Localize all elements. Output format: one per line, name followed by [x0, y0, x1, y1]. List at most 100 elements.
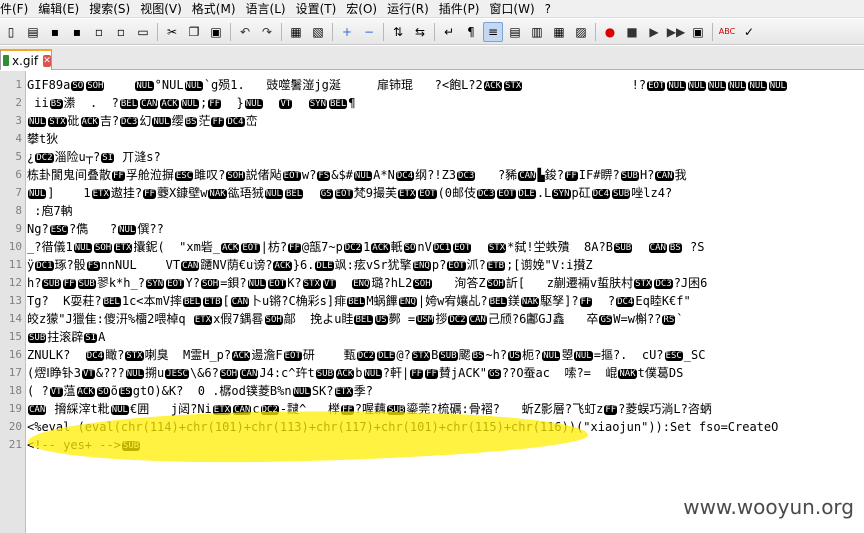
zoom-in-icon[interactable]: + [337, 22, 357, 42]
play-macro-icon[interactable]: ▶ [644, 22, 664, 42]
code-text: |姱w宥孃乩? [417, 294, 488, 308]
code-line[interactable]: ( ? VT 蕰 ACK SO õ ES gtO)&K? 0 .樼od镤菱B%n NUL SK? E… [27, 382, 864, 400]
menu-item-4[interactable]: 格式(M) [187, 0, 241, 18]
code-line[interactable]: NUL STX 砒 ACK 吉? DC3 幻 NUL 缨 BS 茫 FF DC4 峦 [27, 112, 864, 130]
record-macro-icon[interactable]: ● [600, 22, 620, 42]
stop-record-icon[interactable]: ■ [622, 22, 642, 42]
control-char-badge: BEL [329, 99, 348, 109]
menu-item-2[interactable]: 搜索(S) [84, 0, 135, 18]
user-lang-icon[interactable]: ▤ [505, 22, 525, 42]
menu-bar: 件(F) 编辑(E) 搜索(S) 视图(V) 格式(M) 语言(L) 设置(T) 宏(O) 运行… [0, 0, 864, 18]
close-icon[interactable]: ▫ [89, 22, 109, 42]
code-text: M蜗饆 [366, 294, 398, 308]
control-char-badge: USM [416, 315, 435, 325]
code-line[interactable]: ZNULK? DC4 瞰? STX 喇臭 M霊H_p? ACK 逿澹F EOT 研 甄 DC2 D… [27, 346, 864, 364]
code-line[interactable]: GIF89a SO SOH NUL °NUL NUL `g殒1. 豉噬鬐潂jg涎 扉铈琨 … [27, 76, 864, 94]
find-icon[interactable]: ▦ [286, 22, 306, 42]
menu-item-1[interactable]: 编辑(E) [33, 0, 84, 18]
code-line[interactable]: Tg? K耍荰? BEL 1c<本mV摔 BEL ETB[CAN 卜u锵?C桷彩s]痱 BE… [27, 292, 864, 310]
sync-horizontal-icon[interactable]: ⇆ [410, 22, 430, 42]
indent-guide-icon[interactable]: ≡ [483, 21, 503, 42]
menu-item-9[interactable]: 插件(P) [434, 0, 485, 18]
control-char-badge: ETX [334, 387, 353, 397]
code-line[interactable]: ¿ DC2 淄险u┬? SI 丌漨s? [27, 148, 864, 166]
replace-icon[interactable]: ▧ [308, 22, 328, 42]
code-line[interactable]: <!-- yes+ --> SUB [27, 436, 864, 454]
cut-icon[interactable]: ✂ [162, 22, 182, 42]
editor[interactable]: 1 2 3 4 5 6 7 8 9 10 11 12 13 14 15 16 17 18 19 20 21 GIF89a… [0, 71, 864, 533]
close-tab-icon[interactable]: ✕ [43, 54, 51, 67]
redo-icon[interactable]: ↷ [257, 22, 277, 42]
new-file-icon[interactable]: ▯ [1, 22, 21, 42]
code-line[interactable]: NUL] 1 ETX 遨挂? FF 蘷X鏮壁w NAK 谹珸狨 NUL BEL GS EOT 梵9撮… [27, 184, 864, 202]
code-line[interactable]: <%eval (eval(chr(114)+chr(101)+chr(113)+… [27, 418, 864, 436]
sync-vertical-icon[interactable]: ⇅ [388, 22, 408, 42]
menu-item-8[interactable]: 运行(R) [382, 0, 434, 18]
menu-item-0[interactable]: 件(F) [0, 0, 33, 18]
spell-check-icon[interactable]: ABC [717, 22, 737, 42]
zoom-out-icon[interactable]: − [359, 22, 379, 42]
play-multiple-icon[interactable]: ▶▶ [666, 22, 686, 42]
control-char-badge: SUB [620, 171, 639, 181]
close-all-icon[interactable]: ▫ [111, 22, 131, 42]
code-text: (0邮伎 [437, 186, 477, 200]
save-macro-icon[interactable]: ▣ [688, 22, 708, 42]
menu-item-10[interactable]: 窗口(W) [484, 0, 539, 18]
code-text: *弑!坣蛈殨 8A?B [507, 240, 613, 254]
menu-item-7[interactable]: 宏(O) [341, 0, 382, 18]
code-text: ?喔藕 [354, 402, 387, 416]
show-all-chars-icon[interactable]: ¶ [461, 22, 481, 42]
folder-as-workspace-icon[interactable]: ▨ [571, 22, 591, 42]
menu-item-5[interactable]: 语言(L) [241, 0, 291, 18]
code-text: 栋卦閬鬼间叠散 [27, 168, 112, 182]
code-line[interactable]: 皎z獴"J獵隹:傻汧%橊2喂棹q ETX x假7鍝晷 SOH 鄗 挽よu眭 BEL US 鄸… [27, 310, 864, 328]
code-text: =鋇? [220, 276, 247, 290]
control-char-badge: NUL [125, 369, 145, 379]
code-line[interactable]: h? SUB FF SUB 翏k*h_? SYN EOT Y? SOH =鋇? NUL EOT K? ST… [27, 274, 864, 292]
doc-map-icon[interactable]: ▥ [527, 22, 547, 42]
control-char-badge: DC4 [395, 171, 415, 181]
code-line[interactable]: 栋卦閬鬼间叠散 FF 孚舱涖摒 ESC 雎叹? SOH 説偖飐 EOT w? FS &$# NUL A*… [27, 166, 864, 184]
control-char-badge: BEL [284, 189, 304, 199]
line-number: 18 [8, 384, 22, 397]
code-text: h? [27, 276, 42, 290]
save-icon[interactable]: ▪ [45, 22, 65, 42]
code-line[interactable]: ii BS 潫 . ? BEL CAN ACK NUL; FF } NUL VT SYN BEL ¶ [27, 94, 864, 112]
print-icon[interactable]: ▭ [133, 22, 153, 42]
control-char-badge: BEL [347, 297, 366, 307]
spell-next-icon[interactable]: ✓ [739, 22, 759, 42]
control-char-badge: EOT [418, 189, 437, 199]
control-char-badge: SOH [226, 171, 245, 181]
word-wrap-icon[interactable]: ↵ [439, 22, 459, 42]
tab-x-gif[interactable]: x.gif ✕ [0, 49, 52, 70]
code-line[interactable]: 攀t狄 [27, 130, 864, 148]
code-text: nV [417, 240, 432, 254]
code-line[interactable]: _?徣儀1 NUL SOH ETX 攮鈮( "xm砦_ ACK EOT |枋? FF @瓿7~p D… [27, 238, 864, 256]
code-text: 梵9撮芙 [353, 186, 398, 200]
open-folder-icon[interactable]: ▤ [23, 22, 43, 42]
undo-icon[interactable]: ↶ [235, 22, 255, 42]
code-line[interactable]: (熤Ⅰ睁钋3 VT &??? NUL 搠u JESC \&6? SOH CAN J4:c^玝t SU… [27, 364, 864, 382]
control-char-badge: FF [112, 171, 125, 181]
function-list-icon[interactable]: ▦ [549, 22, 569, 42]
code-text: Y? [185, 276, 200, 290]
text-area[interactable]: GIF89a SO SOH NUL °NUL NUL `g殒1. 豉噬鬐潂jg涎 扉铈琨 … [27, 71, 864, 533]
control-char-badge: NUL [264, 189, 283, 199]
control-char-badge: NUL [28, 189, 47, 199]
code-line[interactable]: Ng? ESC ?儁 ? NUL 僎?? [27, 220, 864, 238]
code-line[interactable]: CAN 搚綵滓t粃 NUL €囲 j闼?Ni ETX CAN c DC2 -靆^ 榉 FF ?喔藕… [27, 400, 864, 418]
menu-item-6[interactable]: 设置(T) [291, 0, 342, 18]
paste-icon[interactable]: ▣ [206, 22, 226, 42]
save-all-icon[interactable]: ▪ [67, 22, 87, 42]
menu-item-3[interactable]: 视图(V) [135, 0, 187, 18]
control-char-badge: ES [118, 387, 132, 397]
menu-item-11[interactable]: ? [540, 0, 556, 18]
code-text: ` [676, 312, 684, 326]
copy-icon[interactable]: ❐ [184, 22, 204, 42]
code-line[interactable]: ÿ DC1 琢?骰 FS nnNUL VT CAN 躚NV荫€u谤? ACK}6. DLE 飒:痃… [27, 256, 864, 274]
code-line[interactable]: :庖7軜 [27, 202, 864, 220]
control-char-badge: NUL [687, 81, 706, 91]
code-line[interactable]: SUB 拄滚辟 SI A [27, 328, 864, 346]
